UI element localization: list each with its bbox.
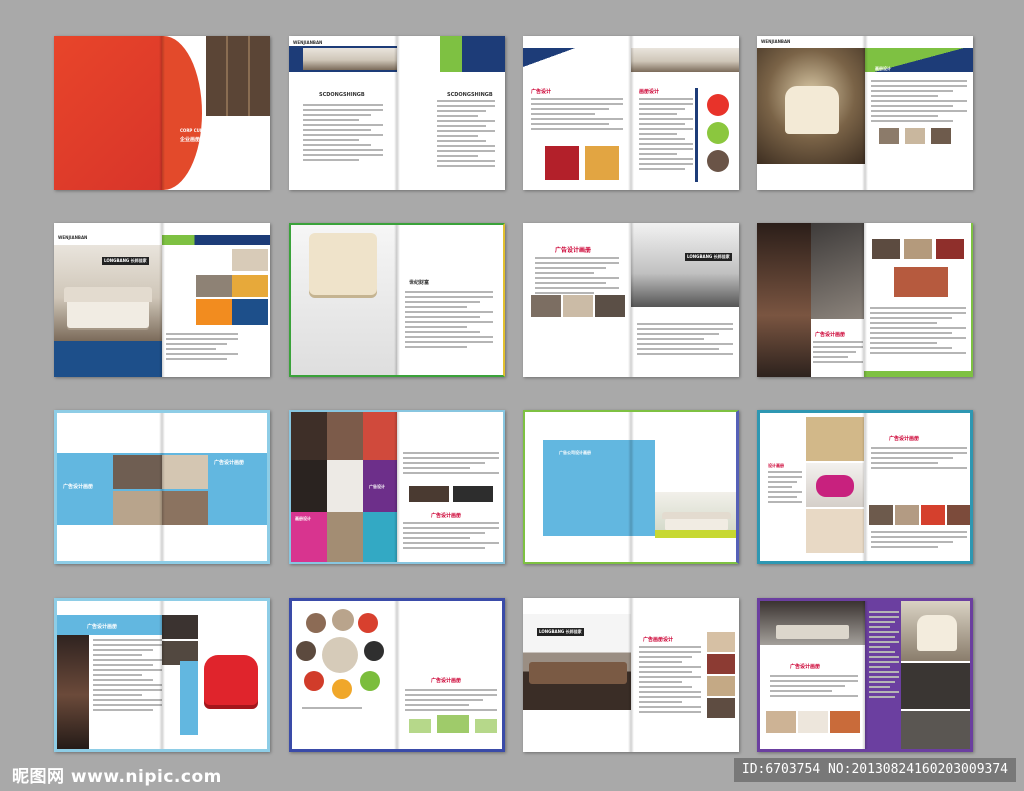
spread-4-left-page: WENJIANBAN — [757, 36, 865, 190]
brochure-spread-9: 广告设计画册 广告设计画册 — [54, 410, 270, 564]
brochure-spread-8: 广告设计画册 — [757, 223, 973, 377]
spine — [394, 412, 400, 562]
brochure-spread-5: WENJIANBAN LONGBANG 长邦佳家 — [54, 223, 270, 377]
spread-8-heading: 广告设计画册 — [815, 332, 846, 338]
spread-10-left-page: 广告设计 画册设计 — [291, 412, 397, 562]
spine — [627, 412, 634, 562]
spread-14-right-page: 广告设计画册 — [397, 601, 502, 749]
spread-12-heading: 广告设计画册 — [889, 436, 920, 442]
brochure-spread-15: LONGBANG 长邦佳家 广告画册设计 — [523, 598, 739, 752]
spread-2-heading-right: SCDONGSHINGB — [447, 92, 493, 98]
brochure-spread-10: 广告设计 画册设计 广告设计画册 — [289, 410, 505, 564]
spread-14-left-page — [292, 601, 397, 749]
spine — [394, 601, 400, 749]
spread-6-heading: 世纪财富 — [409, 280, 430, 286]
spread-5-left-page: WENJIANBAN LONGBANG 长邦佳家 — [54, 223, 162, 377]
brochure-spread-13: 广告设计画册 — [54, 598, 270, 752]
spine — [159, 36, 165, 190]
brochure-spread-11: 广告公司设计画册 — [523, 410, 739, 564]
spread-10-heading: 广告设计画册 — [431, 513, 462, 519]
spread-9-right-page: 广告设计画册 — [162, 413, 267, 561]
spread-2-brand: WENJIANBAN — [293, 40, 323, 45]
spread-7-heading: 广告设计画册 — [555, 247, 592, 254]
spine — [394, 225, 400, 375]
spread-12-left-page: 设计画册 — [760, 413, 865, 561]
spread-8-left-page: 广告设计画册 — [757, 223, 864, 377]
spread-7-right-page: LONGBANG 长邦佳家 — [631, 223, 739, 377]
spread-2-heading-left: SCDONGSHINGB — [319, 92, 365, 98]
spread-11-left-page: 广告公司设计画册 — [525, 412, 631, 562]
spread-15-sign: LONGBANG 长邦佳家 — [537, 628, 584, 636]
spread-5-sign: LONGBANG 长邦佳家 — [102, 257, 149, 265]
spread-8-right-page — [864, 223, 971, 377]
spread-12-right-page: 广告设计画册 — [865, 413, 970, 561]
spread-9-heading-left: 广告设计画册 — [63, 484, 94, 490]
spread-15-left-page: LONGBANG 长邦佳家 — [523, 598, 631, 752]
spread-15-right-page: 广告画册设计 — [631, 598, 739, 752]
spread-10-right-page: 广告设计画册 — [397, 412, 503, 562]
spread-1-right-page: CORP CULTURE BRO CHURE DESIGN 企业画册整体方案 画… — [162, 36, 270, 190]
spine — [861, 223, 867, 377]
spread-9-left-page: 广告设计画册 — [57, 413, 162, 561]
spread-7-left-page: 广告设计画册 — [523, 223, 631, 377]
spine — [628, 598, 634, 752]
image-id-watermark: ID:6703754 NO:20130824160203009374 — [733, 758, 1016, 782]
spread-3-heading-right: 画册设计 — [639, 89, 660, 95]
spine — [628, 223, 634, 377]
spread-2-right-page: SCDONGSHINGB — [397, 36, 505, 190]
spread-11-heading: 广告公司设计画册 — [559, 450, 591, 455]
spread-4-tag: 画册设计 — [875, 66, 891, 71]
spread-10-tag-mid: 广告设计 — [369, 484, 385, 489]
spread-11-right-page — [630, 412, 736, 562]
spine — [628, 36, 634, 190]
spread-4-right-page: 画册设计 — [865, 36, 973, 190]
spread-3-right-page: 画册设计 — [631, 36, 739, 190]
spread-5-right-page — [162, 223, 270, 377]
spread-5-brand: WENJIANBAN — [58, 235, 88, 240]
spread-15-heading: 广告画册设计 — [643, 637, 674, 643]
cover-subtitle: 企业画册整体方案 — [180, 137, 221, 143]
spread-16-left-page: 广告设计画册 — [760, 601, 865, 749]
spread-6-right-page: 世纪财富 — [397, 225, 503, 375]
spread-13-heading: 广告设计画册 — [87, 624, 118, 630]
spread-3-left-page: 广告设计 — [523, 36, 631, 190]
spread-6-left-page — [291, 225, 397, 375]
cover-photo-grid — [206, 36, 270, 116]
spread-9-heading-right: 广告设计画册 — [214, 460, 245, 466]
brochure-spread-1: CORP CULTURE BRO CHURE DESIGN 企业画册整体方案 画… — [54, 36, 270, 190]
spine — [862, 413, 868, 561]
brochure-spread-2: WENJIANBAN SCDONGSHINGB SCDONGSHINGB — [289, 36, 505, 190]
spread-14-heading: 广告设计画册 — [431, 678, 462, 684]
brochure-spread-3: 广告设计 画册设计 — [523, 36, 739, 190]
spread-2-left-page: WENJIANBAN SCDONGSHINGB — [289, 36, 397, 190]
spread-13-right-page — [162, 601, 267, 749]
spread-12-tag: 设计画册 — [768, 463, 784, 468]
spine — [862, 601, 868, 749]
spread-16-heading: 广告设计画册 — [790, 664, 821, 670]
brochure-spread-4: WENJIANBAN 画册设计 — [757, 36, 973, 190]
spread-13-left-page: 广告设计画册 — [57, 601, 162, 749]
spine — [394, 36, 400, 190]
cover-title: 画册 — [242, 160, 262, 171]
spine — [159, 413, 165, 561]
spine — [159, 223, 165, 377]
spread-4-brand: WENJIANBAN — [761, 39, 791, 44]
spine — [159, 601, 165, 749]
spread-7-sign: LONGBANG 长邦佳家 — [685, 253, 732, 261]
site-watermark: 昵图网 www.nipic.com — [12, 767, 222, 787]
spine — [862, 36, 868, 190]
spread-1-left-page — [54, 36, 162, 190]
spread-10-tag-left: 画册设计 — [295, 516, 311, 521]
brochure-spread-14: 广告设计画册 — [289, 598, 505, 752]
brochure-spread-6: 世纪财富 — [289, 223, 505, 377]
spread-3-heading-left: 广告设计 — [531, 89, 552, 95]
cover-en-line: CORP CULTURE BRO CHURE DESIGN — [180, 128, 260, 133]
brochure-spread-7: 广告设计画册 LONGBANG 长邦佳家 — [523, 223, 739, 377]
spread-16-right-page — [865, 601, 970, 749]
brochure-spread-12: 设计画册 广告设计画册 — [757, 410, 973, 564]
brochure-spread-16: 广告设计画册 — [757, 598, 973, 752]
